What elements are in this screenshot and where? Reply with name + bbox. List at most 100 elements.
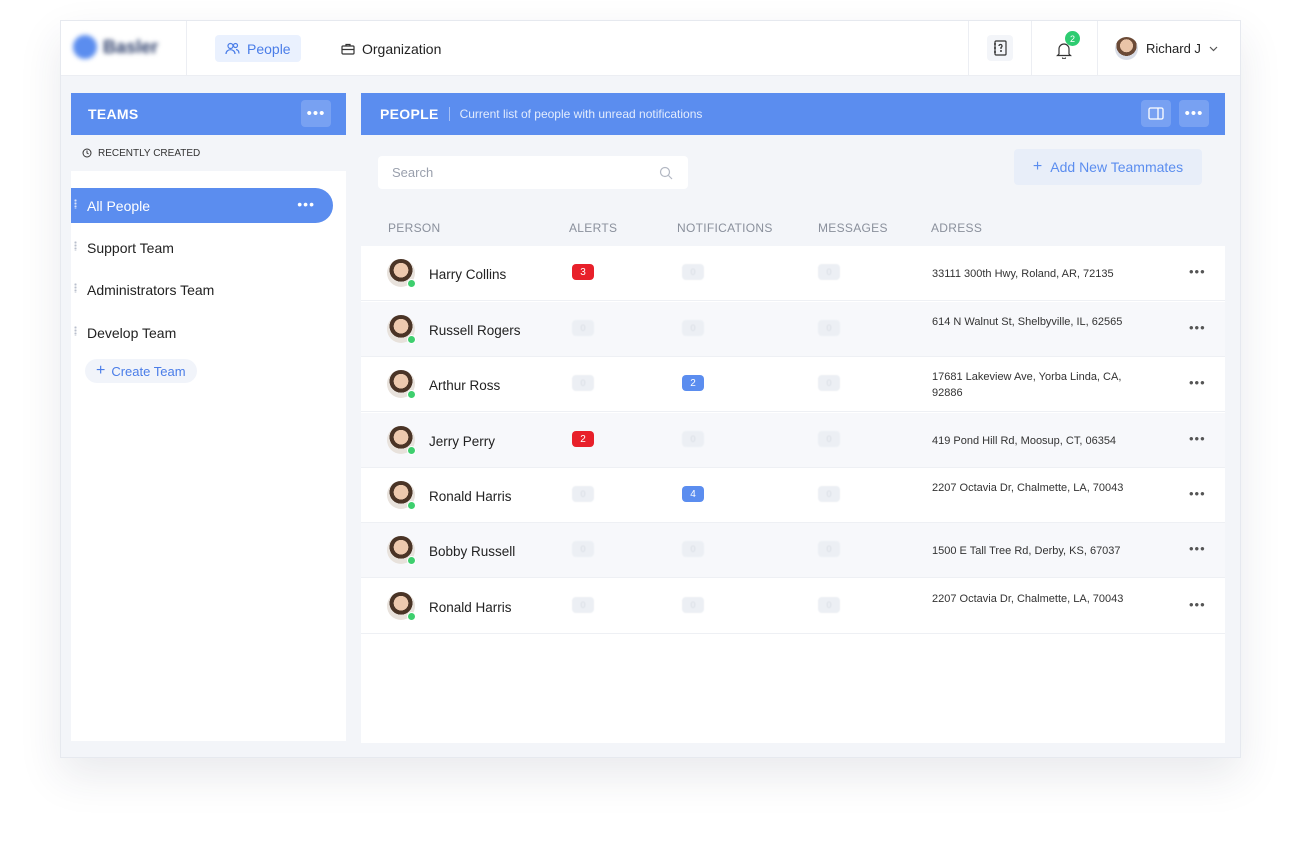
messages-badge: 0 [818, 541, 840, 557]
avatar[interactable] [387, 370, 416, 399]
column-alerts[interactable]: ALERTS [569, 221, 617, 235]
alerts-badge: 0 [572, 375, 594, 391]
avatar [1115, 37, 1138, 60]
notifications-badge: 2 [682, 375, 704, 391]
app-window: Basler People Organization 2 Richard J T… [60, 20, 1241, 758]
person-name[interactable]: Ronald Harris [429, 600, 512, 615]
notifications-badge: 0 [682, 320, 704, 336]
search-icon[interactable] [659, 166, 673, 180]
panel-layout-button[interactable] [1141, 100, 1171, 127]
logo[interactable]: Basler [73, 35, 158, 59]
notifications-badge: 0 [682, 431, 704, 447]
nav-people[interactable]: People [215, 35, 301, 62]
team-item-label: Develop Team [87, 324, 177, 341]
column-messages[interactable]: MESSAGES [818, 221, 888, 235]
people-panel: PEOPLE Current list of people with unrea… [361, 93, 1225, 743]
online-status-dot [407, 501, 416, 510]
row-more-icon[interactable]: ••• [1189, 597, 1206, 612]
row-more-icon[interactable]: ••• [1189, 375, 1206, 390]
column-person[interactable]: PERSON [388, 221, 440, 235]
team-item-administrators[interactable]: Administrators Team [71, 272, 333, 307]
avatar[interactable] [387, 536, 416, 565]
table-row[interactable]: Jerry Perry 2 0 0 419 Pond Hill Rd, Moosup, … [361, 413, 1225, 468]
nav-people-label: People [247, 40, 291, 57]
notifications-badge: 0 [682, 264, 704, 280]
row-more-icon[interactable]: ••• [1189, 320, 1206, 335]
logo-mark [73, 35, 97, 59]
chevron-down-icon [1209, 46, 1218, 51]
more-dots-icon: ••• [306, 105, 326, 122]
notifications-button[interactable]: 2 [1051, 31, 1080, 63]
briefcase-icon [341, 43, 355, 55]
notifications-badge: 4 [682, 486, 704, 502]
drag-handle-icon[interactable] [74, 283, 77, 293]
user-name: Richard J [1146, 41, 1201, 56]
online-status-dot [407, 446, 416, 455]
drag-handle-icon[interactable] [74, 241, 77, 251]
row-more-icon[interactable]: ••• [1189, 486, 1206, 501]
table-row[interactable]: Ronald Harris 0 0 0 2207 Octavia Dr, Chalmet… [361, 579, 1225, 634]
team-item-support[interactable]: Support Team [71, 230, 333, 265]
person-name[interactable]: Harry Collins [429, 267, 506, 282]
alerts-badge: 3 [572, 264, 594, 280]
person-name[interactable]: Russell Rogers [429, 323, 521, 338]
user-menu[interactable]: Richard J [1115, 37, 1218, 60]
row-more-icon[interactable]: ••• [1189, 541, 1206, 556]
table-row[interactable]: Bobby Russell 0 0 0 1500 E Tall Tree Rd, Der… [361, 523, 1225, 578]
teams-more-button[interactable]: ••• [301, 100, 331, 127]
plus-icon: + [96, 362, 106, 379]
clock-icon [82, 148, 92, 158]
person-name[interactable]: Jerry Perry [429, 434, 495, 449]
team-item-all-people[interactable]: All People ••• [71, 188, 333, 223]
table-header: PERSON ALERTS NOTIFICATIONS MESSAGES ADR… [361, 209, 1225, 246]
teams-panel: TEAMS ••• RECENTLY CREATED All People ••… [71, 93, 346, 741]
sidebar-layout-icon [1148, 107, 1164, 120]
table-row[interactable]: Arthur Ross 0 2 0 17681 Lakeview Ave, Yorba … [361, 357, 1225, 412]
row-more-icon[interactable]: ••• [1189, 264, 1206, 279]
more-dots-icon[interactable]: ••• [297, 196, 315, 212]
search-input[interactable] [378, 156, 688, 189]
people-title: PEOPLE [380, 106, 439, 122]
notifications-badge: 0 [682, 597, 704, 613]
add-new-teammates-button[interactable]: + Add New Teammates [1014, 149, 1202, 185]
person-address: 614 N Walnut St, Shelbyville, IL, 62565 [932, 316, 1123, 328]
recently-created-filter[interactable]: RECENTLY CREATED [71, 135, 346, 171]
notifications-badge: 0 [682, 541, 704, 557]
drag-handle-icon[interactable] [74, 326, 77, 336]
avatar[interactable] [387, 259, 416, 288]
messages-badge: 0 [818, 486, 840, 502]
divider [186, 21, 187, 76]
avatar[interactable] [387, 592, 416, 621]
divider [1097, 21, 1098, 76]
person-name[interactable]: Ronald Harris [429, 489, 512, 504]
messages-badge: 0 [818, 597, 840, 613]
notification-count-badge: 2 [1065, 31, 1080, 46]
help-book-icon [994, 40, 1007, 56]
alerts-badge: 0 [572, 486, 594, 502]
drag-handle-icon[interactable] [74, 199, 77, 209]
people-subtitle: Current list of people with unread notif… [448, 107, 702, 121]
help-button[interactable] [987, 35, 1013, 61]
avatar[interactable] [387, 426, 416, 455]
column-address[interactable]: ADRESS [931, 221, 982, 235]
online-status-dot [407, 279, 416, 288]
column-notifications[interactable]: NOTIFICATIONS [677, 221, 773, 235]
person-address: 419 Pond Hill Rd, Moosup, CT, 06354 [932, 435, 1117, 447]
logo-text: Basler [103, 36, 159, 57]
person-address: 2207 Octavia Dr, Chalmette, LA, 70043 [932, 482, 1124, 494]
table-row[interactable]: Harry Collins 3 0 0 33111 300th Hwy, Roland,… [361, 246, 1225, 301]
row-more-icon[interactable]: ••• [1189, 431, 1206, 446]
person-name[interactable]: Arthur Ross [429, 378, 500, 393]
person-address: 1500 E Tall Tree Rd, Derby, KS, 67037 [932, 545, 1121, 557]
table-row[interactable]: Ronald Harris 0 4 0 2207 Octavia Dr, Chalmet… [361, 468, 1225, 523]
create-team-button[interactable]: + Create Team [85, 359, 197, 383]
messages-badge: 0 [818, 431, 840, 447]
table-row[interactable]: Russell Rogers 0 0 0 614 N Walnut St, Shelby… [361, 302, 1225, 357]
avatar[interactable] [387, 481, 416, 510]
nav-organization[interactable]: Organization [341, 35, 441, 62]
team-item-develop[interactable]: Develop Team [71, 315, 333, 350]
people-more-button[interactable]: ••• [1179, 100, 1209, 127]
person-name[interactable]: Bobby Russell [429, 544, 515, 559]
avatar[interactable] [387, 315, 416, 344]
divider [1031, 21, 1032, 76]
